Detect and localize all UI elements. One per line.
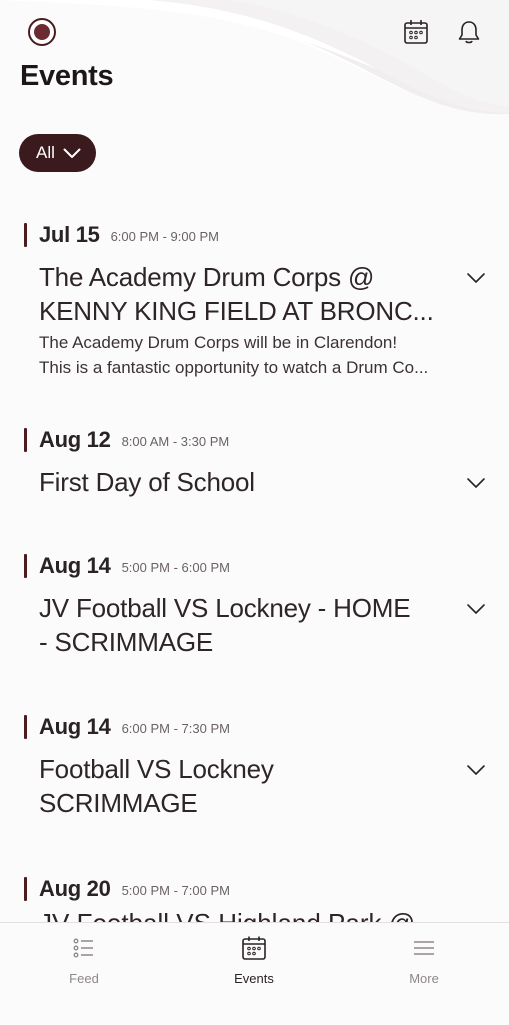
event-date: Jul 15 — [39, 222, 100, 247]
event-title-line2: - SCRIMMAGE — [39, 627, 214, 657]
event-title: First Day of School — [39, 467, 255, 497]
menu-icon — [414, 941, 434, 955]
nav-label: Feed — [69, 971, 99, 986]
expand-chevron-icon[interactable] — [466, 272, 486, 284]
date-marker — [24, 715, 27, 739]
bottom-nav: Feed Events More — [0, 922, 509, 1025]
nav-label: Events — [234, 971, 274, 986]
event-description-line2: This is a fantastic opportunity to watch… — [39, 358, 429, 377]
nav-label: More — [409, 971, 439, 986]
event-time: 6:00 PM - 7:30 PM — [121, 720, 230, 736]
event-date: Aug 14 — [39, 553, 111, 578]
event-date: Aug 20 — [39, 876, 111, 901]
nav-feed[interactable]: Feed — [24, 923, 144, 986]
event-title: The Academy Drum Corps @ — [39, 262, 375, 292]
calendar-icon[interactable] — [402, 18, 430, 46]
event-title: JV Football VS Lockney - HOME — [39, 593, 411, 623]
list-icon — [73, 938, 93, 958]
filter-label: All — [36, 143, 55, 162]
date-marker — [24, 223, 27, 247]
date-marker — [24, 428, 27, 452]
expand-chevron-icon[interactable] — [466, 764, 486, 776]
event-time: 8:00 AM - 3:30 PM — [121, 433, 230, 449]
event-date: Aug 12 — [39, 427, 111, 452]
school-logo[interactable] — [28, 18, 56, 46]
event-title: Football VS Lockney — [39, 754, 274, 784]
date-marker — [24, 877, 27, 901]
event-time: 6:00 PM - 9:00 PM — [110, 228, 219, 244]
event-time: 5:00 PM - 7:00 PM — [121, 882, 230, 898]
nav-more[interactable]: More — [364, 923, 484, 986]
event-title-line2: SCRIMMAGE — [39, 788, 198, 818]
expand-chevron-icon[interactable] — [466, 603, 486, 615]
event-date: Aug 14 — [39, 714, 111, 739]
nav-events[interactable]: Events — [194, 923, 314, 986]
expand-chevron-icon[interactable] — [466, 477, 486, 489]
page-title: Events — [20, 60, 114, 92]
calendar-icon — [242, 936, 266, 960]
date-marker — [24, 554, 27, 578]
event-description: The Academy Drum Corps will be in Claren… — [39, 333, 398, 352]
filter-dropdown[interactable]: All — [19, 134, 96, 172]
chevron-down-icon — [63, 148, 81, 158]
bell-icon[interactable] — [455, 18, 483, 46]
event-time: 5:00 PM - 6:00 PM — [121, 559, 230, 575]
event-title-line2: KENNY KING FIELD AT BRONC... — [39, 296, 434, 326]
